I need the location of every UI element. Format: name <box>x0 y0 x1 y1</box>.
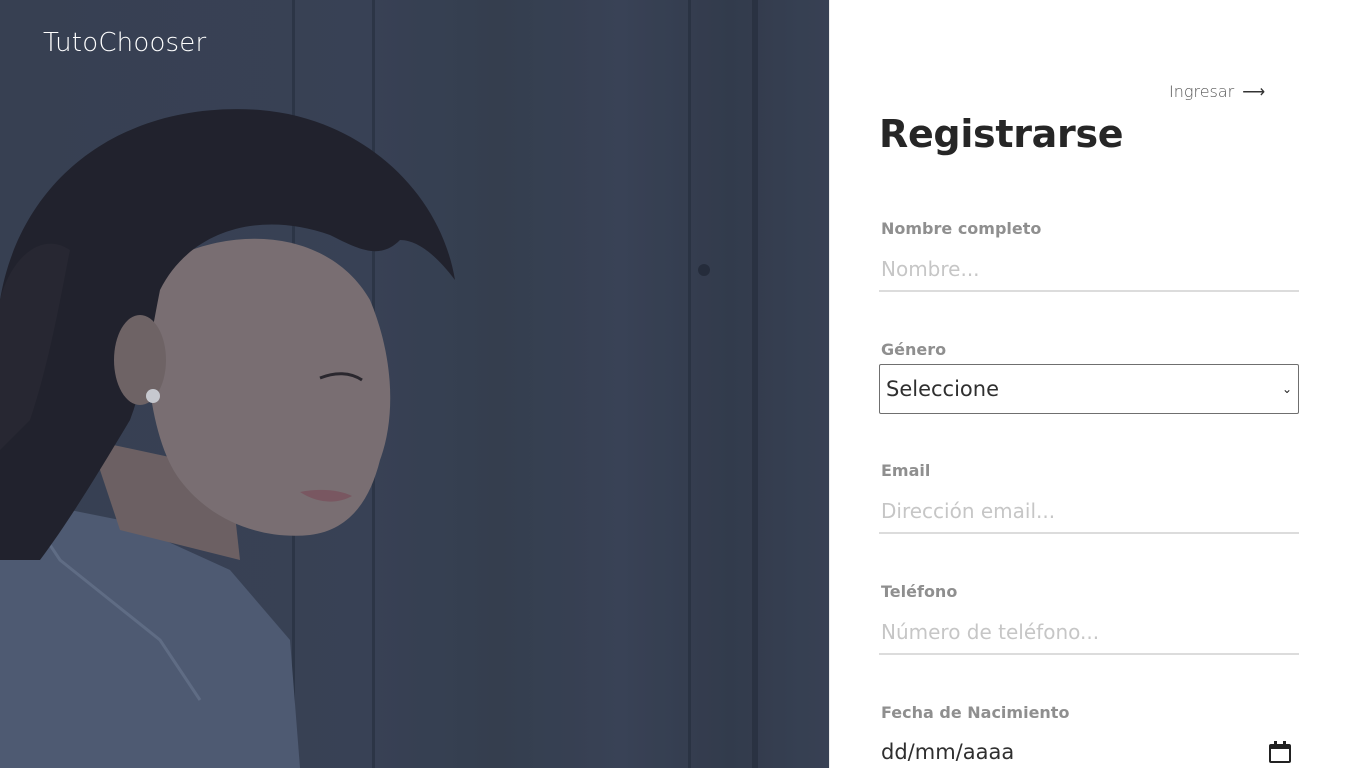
hero-image <box>0 0 829 768</box>
birthdate-input[interactable]: dd/mm/aaaa <box>879 730 1299 768</box>
gender-label: Género <box>881 340 947 359</box>
email-label: Email <box>881 461 931 480</box>
phone-input[interactable] <box>879 611 1299 655</box>
name-input[interactable] <box>879 248 1299 292</box>
login-link-label: Ingresar <box>1169 82 1235 101</box>
birthdate-label: Fecha de Nacimiento <box>881 703 1070 722</box>
arrow-right-icon: ⟶ <box>1242 82 1266 101</box>
brand-logo[interactable]: TutoChooser <box>43 28 206 58</box>
gender-select[interactable]: Seleccione ⌄ <box>879 364 1299 414</box>
calendar-icon[interactable] <box>1269 741 1291 763</box>
hero-overlay <box>0 0 829 768</box>
email-input[interactable] <box>879 490 1299 534</box>
login-link[interactable]: Ingresar ⟶ <box>1169 82 1265 101</box>
gender-select-value: Seleccione <box>886 377 1000 401</box>
page-title: Registrarse <box>879 112 1124 156</box>
birthdate-value: dd/mm/aaaa <box>881 740 1015 764</box>
phone-label: Teléfono <box>881 582 958 601</box>
chevron-down-icon: ⌄ <box>1281 382 1292 396</box>
name-label: Nombre completo <box>881 219 1042 238</box>
